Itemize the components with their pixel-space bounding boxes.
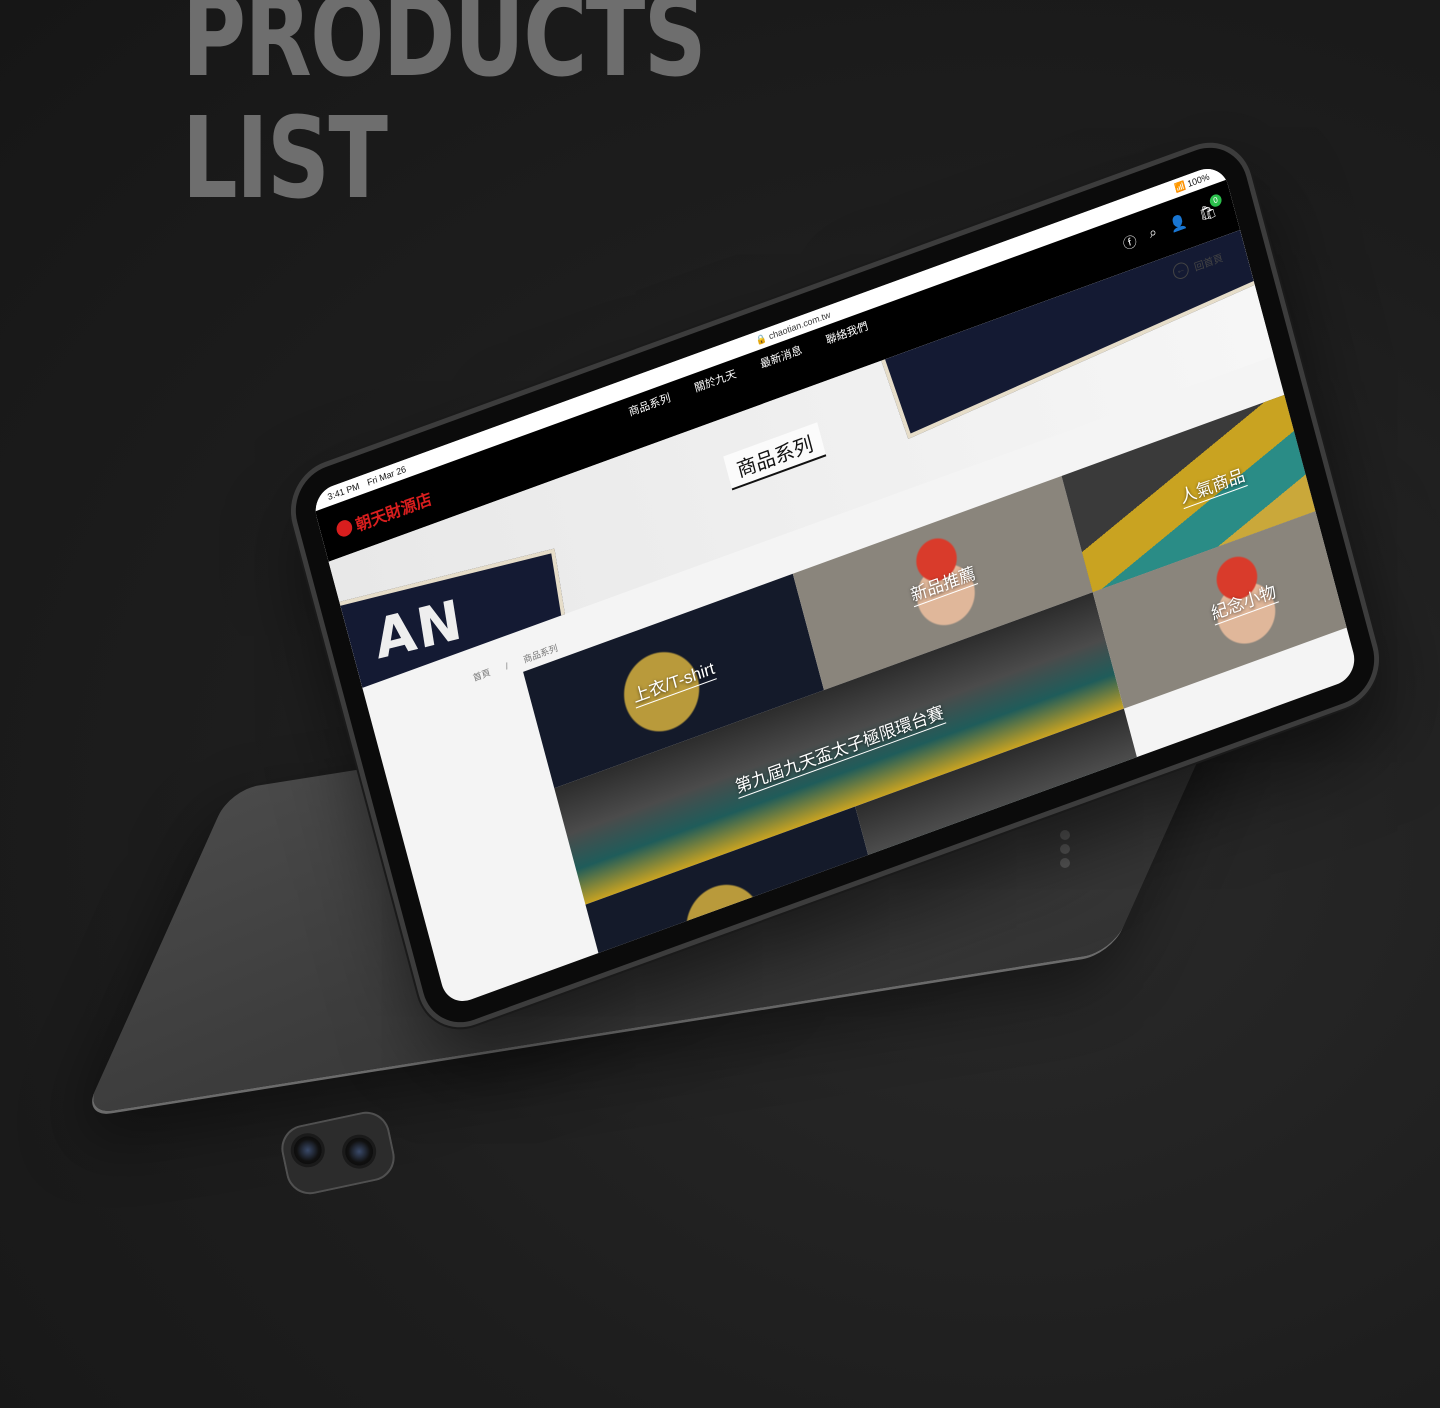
camera-lens-icon xyxy=(342,1134,376,1169)
cart-badge: 0 xyxy=(1208,192,1223,209)
camera-lens-icon xyxy=(291,1133,325,1167)
hero-title-line1: PRODUCTS xyxy=(182,0,707,102)
search-icon[interactable]: ⌕ xyxy=(1147,223,1160,245)
camera-module xyxy=(276,1107,400,1199)
facebook-icon[interactable]: ⓕ xyxy=(1121,230,1139,254)
category-tile-label: 上衣/T-shirt xyxy=(629,653,718,709)
hero-title: PRODUCTS LIST xyxy=(182,0,707,224)
hero-title-line2: LIST xyxy=(182,94,388,224)
tablet-screen: 3:41 PM Fri Mar 26 🔒 chaotian.com.tw 📶 1… xyxy=(310,162,1360,1008)
smart-connector xyxy=(1060,830,1070,872)
logo-mark-icon xyxy=(334,517,354,539)
page-title: 商品系列 xyxy=(723,422,827,491)
category-tile-label: 紀念小物 xyxy=(1207,577,1279,626)
cart-icon[interactable]: 🛍 0 xyxy=(1197,192,1223,226)
category-tile-label: 新品推薦 xyxy=(907,558,979,608)
breadcrumb-home[interactable]: 首頁 xyxy=(472,667,492,683)
category-tile-label: 人氣商品 xyxy=(1176,460,1248,510)
user-icon[interactable]: 👤 xyxy=(1168,212,1190,237)
breadcrumb-separator: / xyxy=(504,660,510,672)
